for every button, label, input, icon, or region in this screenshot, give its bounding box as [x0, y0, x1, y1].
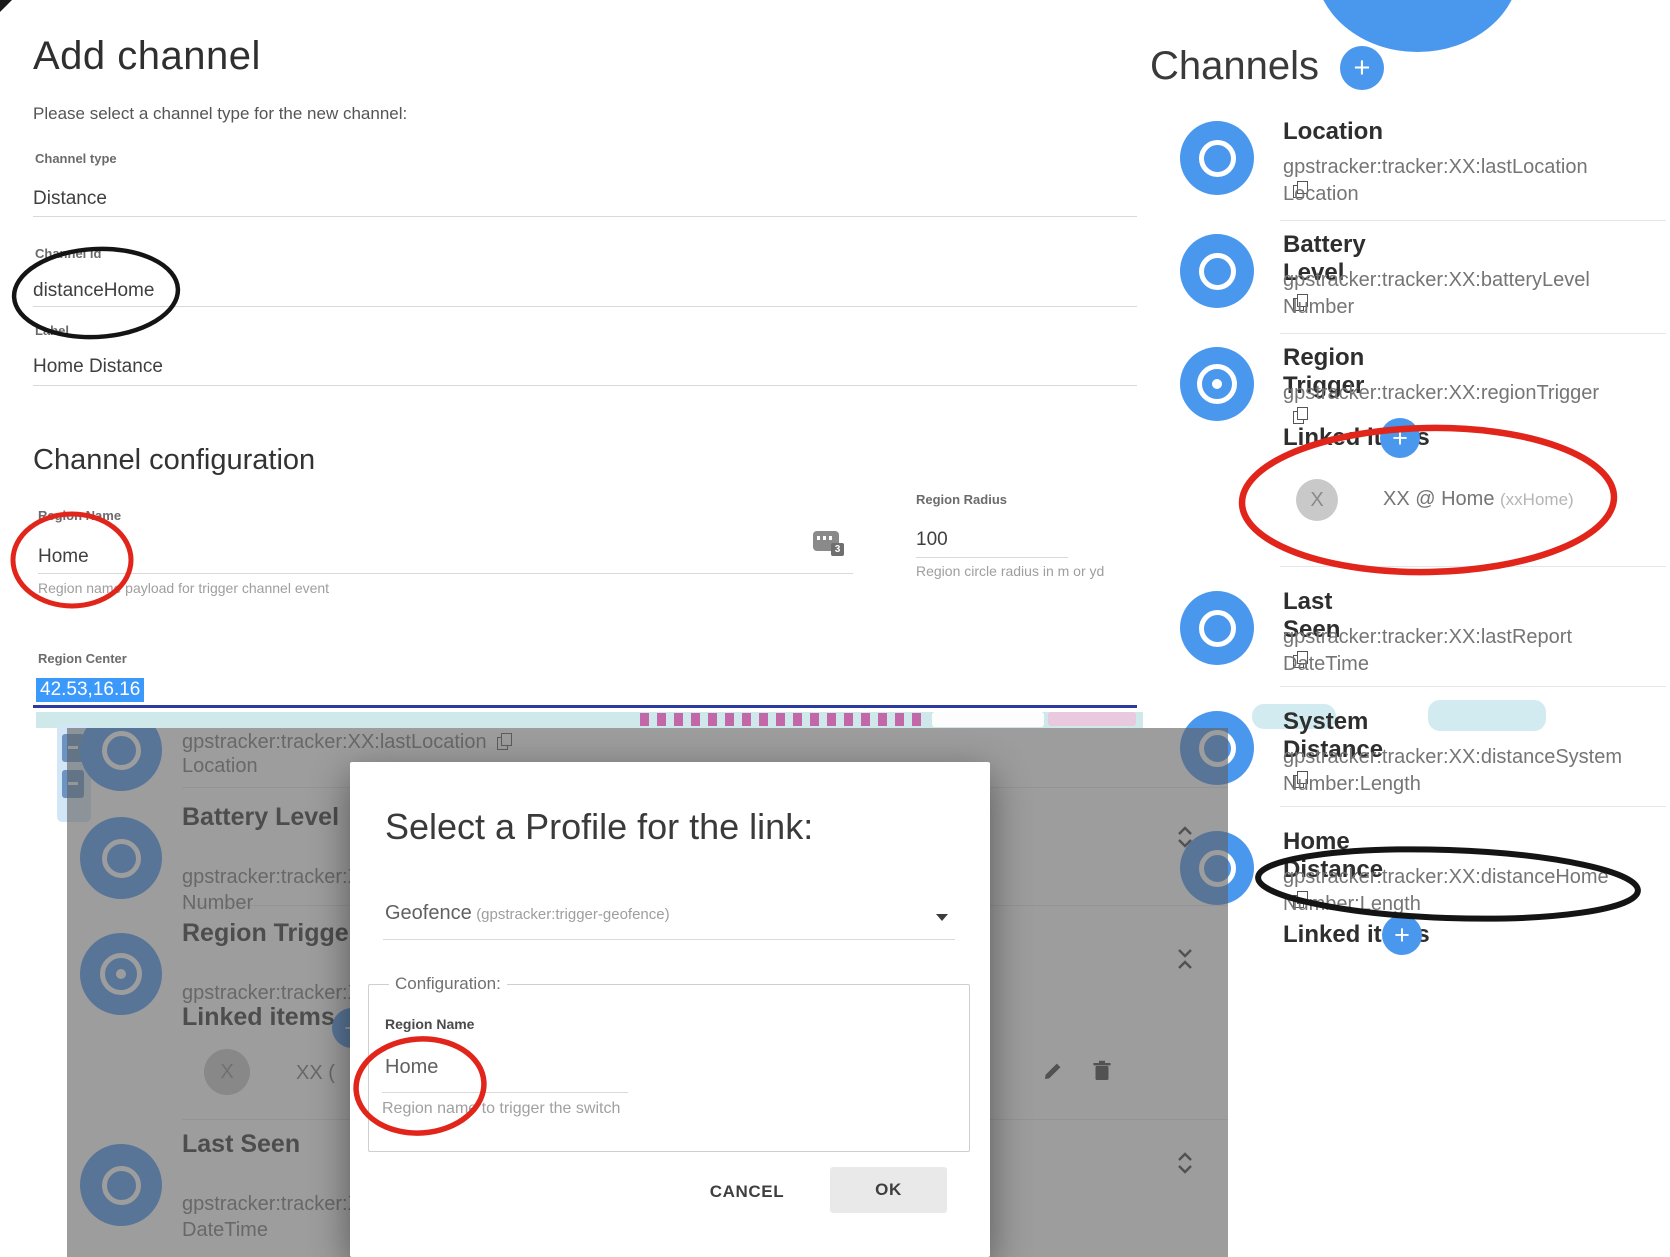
region-center-focus-underline — [33, 705, 1137, 708]
channel-id: gpstracker:tracker:XX:regionTrigger — [1283, 382, 1599, 428]
add-linked-item-fab[interactable]: + — [1380, 418, 1420, 458]
map-blob-right — [1428, 700, 1546, 731]
configuration-legend: Configuration: — [389, 974, 507, 994]
scroll-top-fab-partial[interactable] — [1315, 0, 1520, 52]
channel-type: Number:Length — [1283, 893, 1421, 916]
page-title: Add channel — [33, 34, 261, 79]
map-strip-pink-patch — [1048, 712, 1136, 726]
dialog-region-name-helper: Region name to trigger the switch — [382, 1100, 620, 1118]
autofill-count-badge: 3 — [831, 543, 844, 556]
dialog-region-name-underline — [382, 1092, 628, 1093]
state-channel-icon — [1180, 234, 1254, 308]
channels-heading: Channels — [1150, 44, 1319, 89]
profile-dialog: Select a Profile for the link: Geofence … — [350, 762, 990, 1257]
map-strip-white-patch — [932, 712, 1044, 727]
region-name-helper: Region name payload for trigger channel … — [38, 580, 329, 596]
channel-title: Location — [1283, 118, 1383, 146]
region-center-label: Region Center — [38, 651, 127, 666]
profile-select-id: (gpstracker:trigger-geofence) — [476, 906, 669, 923]
add-linked-item-fab[interactable]: + — [1382, 915, 1422, 955]
channel-type: Location — [1283, 183, 1359, 206]
corner-mark — [0, 0, 12, 12]
region-center-field[interactable]: 42.53,16.16 — [36, 678, 144, 702]
ok-button[interactable]: OK — [830, 1167, 947, 1213]
channel-divider — [1280, 806, 1666, 807]
channel-type-label: Channel type — [35, 151, 117, 166]
profile-select-value: Geofence — [385, 902, 472, 924]
profile-select[interactable]: Geofence (gpstracker:trigger-geofence) — [385, 902, 670, 925]
channel-type: Number:Length — [1283, 773, 1421, 796]
add-channel-fab[interactable]: + — [1340, 46, 1384, 90]
dropdown-caret-icon[interactable] — [936, 914, 948, 921]
region-name-field[interactable]: Home — [38, 546, 89, 568]
autofill-extension-icon[interactable]: 3 — [813, 531, 839, 551]
region-radius-underline — [916, 557, 1068, 558]
dialog-region-name-field[interactable]: Home — [385, 1056, 438, 1079]
dialog-title: Select a Profile for the link: — [385, 806, 813, 848]
channel-divider — [1280, 566, 1666, 567]
copy-icon[interactable] — [1293, 407, 1308, 424]
channel-id-underline — [33, 306, 1137, 307]
profile-select-underline — [383, 939, 955, 940]
channel-configuration-heading: Channel configuration — [33, 444, 315, 477]
region-radius-field[interactable]: 100 — [916, 529, 948, 551]
trigger-channel-icon — [1180, 347, 1254, 421]
linked-item-suffix: (xxHome) — [1500, 490, 1574, 509]
linked-item-label[interactable]: XX @ Home (xxHome) — [1383, 488, 1574, 511]
channel-divider — [1280, 686, 1666, 687]
label-field[interactable]: Home Distance — [33, 356, 163, 378]
screenshot-root: { "form": { "title": "Add channel", "sub… — [0, 0, 1670, 1257]
region-name-label: Region Name — [38, 508, 121, 523]
page-subtitle: Please select a channel type for the new… — [33, 104, 407, 124]
region-radius-label: Region Radius — [916, 492, 1007, 507]
channel-divider — [1280, 220, 1666, 221]
channel-divider — [1280, 333, 1666, 334]
region-name-underline — [38, 573, 853, 574]
state-channel-icon — [1180, 591, 1254, 665]
dialog-region-name-label: Region Name — [385, 1016, 474, 1032]
channel-id-field[interactable]: distanceHome — [33, 280, 154, 302]
cancel-button[interactable]: CANCEL — [692, 1174, 802, 1210]
map-strip-label-marks — [640, 713, 925, 726]
state-channel-icon — [1180, 121, 1254, 195]
region-radius-helper: Region circle radius in m or yd — [916, 563, 1104, 579]
linked-item-avatar: X — [1296, 479, 1338, 521]
configuration-fieldset: Configuration: — [368, 974, 970, 1152]
channel-id-label: Channel id — [35, 246, 101, 261]
label-underline — [33, 385, 1137, 386]
channel-type: Number — [1283, 296, 1354, 319]
autofill-dots — [817, 536, 835, 540]
label-label: Label — [35, 323, 69, 338]
channel-type: DateTime — [1283, 653, 1369, 676]
channel-type-underline — [33, 216, 1137, 217]
channel-type-field[interactable]: Distance — [33, 188, 107, 210]
